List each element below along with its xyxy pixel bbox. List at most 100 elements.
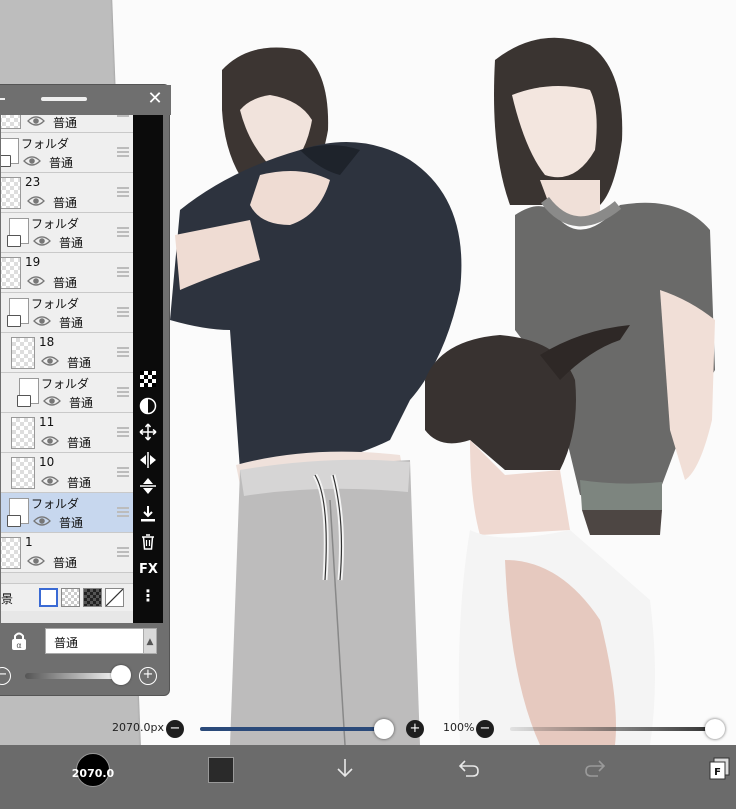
reorder-handle-icon[interactable]: [117, 427, 129, 437]
visibility-eye-icon[interactable]: [33, 515, 51, 527]
redo-icon[interactable]: [582, 755, 608, 781]
trash-icon[interactable]: [139, 533, 157, 551]
layer-folder-row[interactable]: フォルダ普通: [1, 213, 133, 253]
folder-icon[interactable]: [1, 155, 11, 167]
layer-tool-column: FX ⋮: [133, 115, 163, 623]
brush-size-plus-button[interactable]: +: [406, 720, 424, 738]
color-swatch[interactable]: [208, 757, 234, 783]
more-options-icon[interactable]: ⋮: [139, 587, 157, 605]
layer-name: フォルダ: [41, 377, 90, 391]
visibility-eye-icon[interactable]: [41, 475, 59, 487]
folder-icon[interactable]: [7, 515, 21, 527]
visibility-eye-icon[interactable]: [43, 395, 61, 407]
layer-panel-header[interactable]: ✕: [0, 85, 171, 115]
reorder-handle-icon[interactable]: [117, 227, 129, 237]
background-white-swatch[interactable]: [39, 588, 58, 607]
background-label: 景: [1, 592, 14, 606]
arrow-down-icon[interactable]: [332, 755, 358, 781]
layer-name: 10: [39, 455, 55, 469]
layer-panel[interactable]: ✕ 24普通フォルダ普通23普通フォルダ普通19普通フォルダ普通18普通フォルダ…: [0, 84, 171, 696]
brush-size-minus-button[interactable]: −: [166, 720, 184, 738]
layer-blend-mode: 普通: [53, 276, 78, 290]
layer-thumbnail: [1, 257, 21, 289]
layer-row[interactable]: 1 普通: [1, 533, 133, 573]
layer-row[interactable]: 23 普通: [1, 173, 133, 213]
background-row[interactable]: 景: [1, 583, 133, 611]
layer-row[interactable]: 11 普通: [1, 413, 133, 453]
layer-folder-row[interactable]: フォルダ 普通: [1, 133, 133, 173]
brush-opacity-slider[interactable]: [510, 727, 710, 731]
flip-vertical-icon[interactable]: [139, 477, 157, 495]
layer-folder-row[interactable]: フォルダ 普通: [1, 293, 133, 333]
merge-down-icon[interactable]: [139, 505, 157, 523]
brush-size-slider[interactable]: [200, 727, 390, 731]
background-dark-swatch[interactable]: [83, 588, 102, 607]
layer-list[interactable]: 24普通フォルダ普通23普通フォルダ普通19普通フォルダ普通18普通フォルダ普通…: [1, 115, 133, 623]
svg-text:F: F: [714, 767, 721, 778]
layer-row[interactable]: 24普通: [1, 115, 133, 133]
reorder-handle-icon[interactable]: [117, 347, 129, 357]
layer-row[interactable]: 19 普通: [1, 253, 133, 293]
folder-icon[interactable]: [7, 235, 21, 247]
layer-opacity-minus-button[interactable]: −: [0, 667, 11, 685]
reorder-handle-icon[interactable]: [117, 547, 129, 557]
layer-folder-row[interactable]: フォルダ 普通: [1, 493, 133, 533]
background-none-swatch[interactable]: [105, 588, 124, 607]
background-transparent-swatch[interactable]: [61, 588, 80, 607]
layer-name: フォルダ: [31, 497, 80, 511]
visibility-eye-icon[interactable]: [27, 115, 45, 127]
svg-text:α: α: [16, 641, 21, 650]
layer-blend-mode: 普通: [67, 476, 92, 490]
layer-thumbnail: [1, 115, 21, 129]
reorder-handle-icon[interactable]: [117, 507, 129, 517]
fx-button[interactable]: FX: [139, 561, 158, 579]
dropdown-arrow-icon[interactable]: ▲: [143, 628, 157, 654]
brush-opacity-minus-button[interactable]: −: [476, 720, 494, 738]
layer-folder-row[interactable]: フォルダ 普通: [1, 373, 133, 413]
blend-mode-select[interactable]: 普通: [45, 628, 145, 654]
undo-icon[interactable]: [456, 755, 482, 781]
layer-row[interactable]: 18 普通: [1, 333, 133, 373]
layer-blend-mode: 普通: [67, 436, 92, 450]
layers-icon[interactable]: F: [706, 755, 732, 781]
layer-opacity-slider[interactable]: [25, 673, 123, 679]
brush-opacity-knob[interactable]: [705, 719, 725, 739]
layer-name: フォルダ: [31, 217, 80, 231]
visibility-eye-icon[interactable]: [27, 555, 45, 567]
visibility-eye-icon[interactable]: [27, 275, 45, 287]
checker-icon[interactable]: [139, 370, 157, 388]
visibility-eye-icon[interactable]: [41, 355, 59, 367]
layer-name: 23: [25, 175, 41, 189]
visibility-eye-icon[interactable]: [33, 315, 51, 327]
panel-drag-handle[interactable]: [41, 97, 87, 101]
layer-row[interactable]: 10 普通: [1, 453, 133, 493]
close-icon[interactable]: ✕: [145, 89, 165, 109]
alpha-lock-icon[interactable]: α: [9, 631, 29, 651]
reorder-handle-icon[interactable]: [117, 115, 129, 117]
layer-blend-mode: 普通: [53, 116, 78, 130]
layer-blend-mode: 普通: [59, 236, 84, 250]
visibility-eye-icon[interactable]: [27, 195, 45, 207]
folder-icon[interactable]: [7, 315, 21, 327]
layer-opacity-knob[interactable]: [111, 665, 132, 685]
layer-blend-mode: 普通: [53, 196, 78, 210]
contrast-icon[interactable]: [139, 397, 157, 415]
flip-horizontal-icon[interactable]: [139, 451, 157, 469]
layer-opacity-plus-button[interactable]: +: [139, 667, 157, 685]
minimize-icon[interactable]: [0, 98, 5, 100]
reorder-handle-icon[interactable]: [117, 267, 129, 277]
layer-thumbnail: [1, 537, 21, 569]
reorder-handle-icon[interactable]: [117, 187, 129, 197]
reorder-handle-icon[interactable]: [117, 467, 129, 477]
layer-name: 1: [25, 535, 33, 549]
reorder-handle-icon[interactable]: [117, 147, 129, 157]
reorder-handle-icon[interactable]: [117, 387, 129, 397]
reorder-handle-icon[interactable]: [117, 307, 129, 317]
move-icon[interactable]: [139, 423, 157, 441]
visibility-eye-icon[interactable]: [23, 155, 41, 167]
visibility-eye-icon[interactable]: [41, 435, 59, 447]
folder-icon[interactable]: [17, 395, 31, 407]
brush-opacity-label: 100%: [443, 721, 475, 734]
layer-name: フォルダ: [31, 297, 80, 311]
visibility-eye-icon[interactable]: [33, 235, 51, 247]
